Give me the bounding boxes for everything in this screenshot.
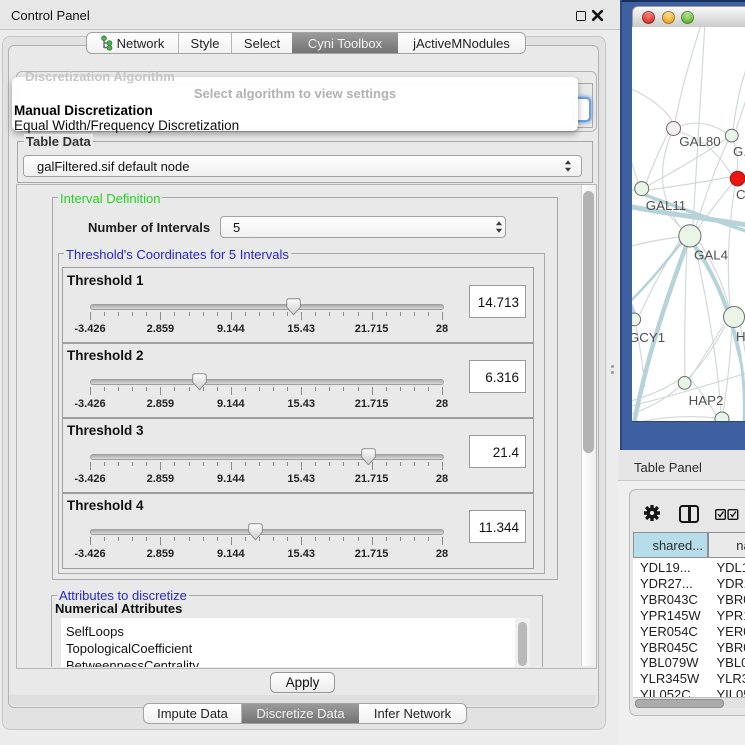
svg-text:GAL4: GAL4 [694, 248, 728, 263]
svg-text:GAL11: GAL11 [646, 198, 686, 213]
svg-text:H: H [736, 329, 745, 344]
svg-text:GCY1: GCY1 [632, 330, 665, 345]
svg-text:HAP2: HAP2 [689, 393, 724, 408]
svg-text:C: C [736, 187, 745, 202]
svg-text:G.: G. [733, 144, 745, 159]
svg-text:GAL80: GAL80 [679, 134, 720, 149]
